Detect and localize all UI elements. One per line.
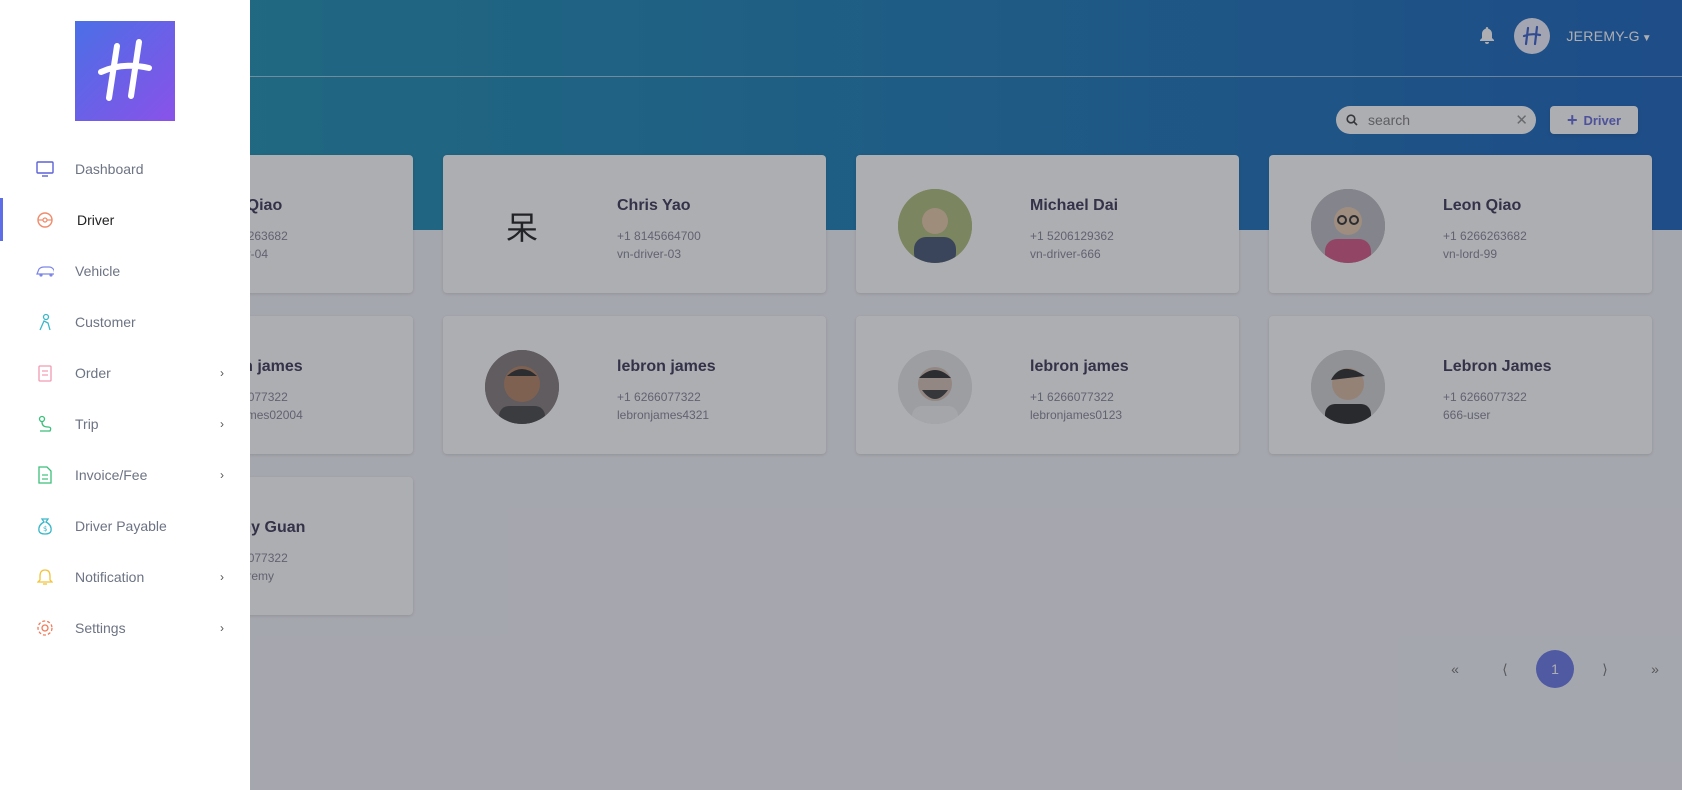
money-bag-icon: $ <box>36 517 54 535</box>
sidebar-item-dashboard[interactable]: Dashboard <box>0 143 250 194</box>
sidebar-item-order[interactable]: Order › <box>0 347 250 398</box>
chevron-right-icon: › <box>220 569 224 584</box>
person-icon <box>36 313 54 331</box>
modal-backdrop[interactable] <box>0 0 1682 790</box>
invoice-icon <box>36 465 54 484</box>
sidebar: Dashboard Driver Vehicle Customer Order … <box>0 0 250 790</box>
sidebar-item-label: Trip <box>75 415 99 432</box>
gear-icon <box>36 619 54 637</box>
chevron-right-icon: › <box>220 365 224 380</box>
sidebar-item-label: Driver Payable <box>75 517 167 534</box>
chevron-right-icon: › <box>220 620 224 635</box>
sidebar-item-notification[interactable]: Notification › <box>0 551 250 602</box>
sidebar-item-settings[interactable]: Settings › <box>0 602 250 653</box>
steering-wheel-icon <box>36 211 54 229</box>
sidebar-item-label: Invoice/Fee <box>75 466 148 483</box>
app-logo[interactable] <box>75 21 175 121</box>
sidebar-item-label: Dashboard <box>75 160 144 177</box>
chevron-right-icon: › <box>220 467 224 482</box>
car-icon <box>36 262 54 280</box>
sidebar-item-label: Order <box>75 364 111 381</box>
sidebar-item-customer[interactable]: Customer <box>0 296 250 347</box>
chevron-right-icon: › <box>220 416 224 431</box>
clipboard-icon <box>36 364 54 382</box>
route-icon <box>36 415 54 433</box>
monitor-icon <box>36 160 54 178</box>
sidebar-item-label: Settings <box>75 619 126 636</box>
sidebar-item-driver[interactable]: Driver <box>0 194 250 245</box>
sidebar-nav: Dashboard Driver Vehicle Customer Order … <box>0 143 250 653</box>
sidebar-item-driver-payable[interactable]: $ Driver Payable <box>0 500 250 551</box>
sidebar-item-invoice[interactable]: Invoice/Fee › <box>0 449 250 500</box>
sidebar-item-trip[interactable]: Trip › <box>0 398 250 449</box>
bell-icon <box>36 568 54 586</box>
sidebar-item-label: Driver <box>77 211 115 228</box>
sidebar-item-label: Notification <box>75 568 145 585</box>
sidebar-item-label: Customer <box>75 313 136 330</box>
svg-text:$: $ <box>43 525 47 533</box>
sidebar-item-vehicle[interactable]: Vehicle <box>0 245 250 296</box>
sidebar-item-label: Vehicle <box>75 262 121 279</box>
